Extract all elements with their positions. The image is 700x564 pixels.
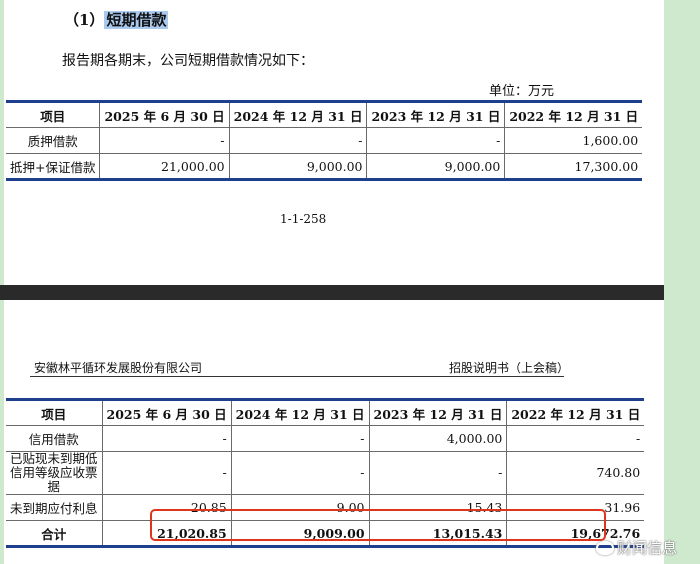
row-label: 抵押+保证借款: [6, 153, 100, 181]
total-highlight-box: [150, 509, 606, 541]
header-2024-12-31: 2024 年 12 月 31 日: [230, 398, 370, 426]
document-name: 招股说明书（上会稿）: [449, 361, 570, 375]
background-margin: [664, 0, 700, 564]
cell-value: -: [230, 425, 370, 452]
section-title-text: 短期借款: [104, 11, 169, 29]
section-number: （1）: [64, 11, 105, 29]
cell-value: 9,000.00: [228, 153, 367, 181]
cell-value: -: [368, 451, 507, 495]
unit-label: 单位：万元: [489, 84, 555, 99]
table-header-row: 项目 2025 年 6 月 30 日 2024 年 12 月 31 日 2023…: [6, 100, 643, 128]
page-gap: [0, 285, 700, 300]
cell-value: -: [506, 425, 645, 452]
cell-value: -: [99, 127, 230, 154]
cell-value: 17,300.00: [504, 153, 643, 181]
table-row: 已贴现未到期低信用等级应收票据 - - - 740.80: [6, 451, 645, 495]
watermark: 财闻信息: [596, 537, 677, 558]
header-2025-06-30: 2025 年 6 月 30 日: [101, 398, 232, 426]
short-term-loan-table: 项目 2025 年 6 月 30 日 2024 年 12 月 31 日 2023…: [6, 100, 643, 181]
table-header-row: 项目 2025 年 6 月 30 日 2024 年 12 月 31 日 2023…: [6, 398, 645, 426]
table-row: 质押借款 - - - 1,600.00: [6, 127, 643, 154]
cell-value: -: [101, 451, 232, 495]
cell-value: 4,000.00: [368, 425, 507, 452]
row-label: 合计: [6, 520, 103, 548]
page-number: 1-1-258: [280, 212, 327, 226]
header-rule: [30, 376, 564, 377]
header-2023-12-31: 2023 年 12 月 31 日: [366, 100, 505, 128]
watermark-text: 财闻信息: [617, 539, 678, 557]
intro-text: 报告期各期末，公司短期借款情况如下：: [62, 53, 314, 69]
section-title: （1） 短期借款: [64, 9, 169, 30]
header-2025-06-30: 2025 年 6 月 30 日: [99, 100, 230, 128]
header-item: 项目: [6, 100, 100, 128]
weibo-icon: [596, 540, 614, 555]
cell-value: 21,000.00: [99, 153, 230, 181]
table-row: 抵押+保证借款 21,000.00 9,000.00 9,000.00 17,3…: [6, 153, 643, 181]
cell-value: -: [101, 425, 232, 452]
header-item: 项目: [6, 398, 103, 426]
cell-value: -: [230, 451, 370, 495]
cell-value: 9,000.00: [366, 153, 505, 181]
row-label: 信用借款: [6, 425, 103, 452]
cell-value: -: [366, 127, 505, 154]
header-2022-12-31: 2022 年 12 月 31 日: [504, 100, 643, 128]
cell-value: -: [228, 127, 367, 154]
header-2022-12-31: 2022 年 12 月 31 日: [506, 398, 645, 426]
table-row: 信用借款 - - 4,000.00 -: [6, 425, 645, 452]
company-name: 安徽林平循环发展股份有限公司: [34, 361, 203, 375]
header-2023-12-31: 2023 年 12 月 31 日: [368, 398, 507, 426]
cell-value: 1,600.00: [504, 127, 643, 154]
row-label: 未到期应付利息: [6, 494, 103, 521]
header-2024-12-31: 2024 年 12 月 31 日: [228, 100, 367, 128]
row-label: 质押借款: [6, 127, 100, 154]
cell-value: 740.80: [506, 451, 645, 495]
row-label: 已贴现未到期低信用等级应收票据: [6, 451, 103, 495]
